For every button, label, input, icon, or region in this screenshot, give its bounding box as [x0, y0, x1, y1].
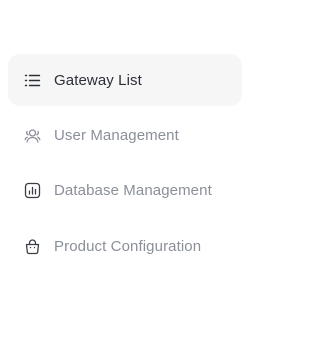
sidebar-item-label: Product Configuration [54, 237, 202, 255]
sidebar-item-label: Database Management [54, 181, 212, 199]
users-icon [24, 127, 41, 144]
database-chart-icon [24, 182, 41, 199]
sidebar-item-user-management[interactable]: User Management [8, 109, 242, 161]
sidebar-nav: Gateway List User Management Database Ma [0, 0, 252, 362]
sidebar-item-product-configuration[interactable]: Product Configuration [8, 220, 242, 272]
shopping-bag-icon [24, 238, 41, 255]
sidebar-item-gateway-list[interactable]: Gateway List [8, 54, 242, 106]
list-icon [24, 72, 41, 89]
sidebar-item-label: Gateway List [54, 71, 142, 89]
sidebar-item-label: User Management [54, 126, 179, 144]
sidebar-item-database-management[interactable]: Database Management [8, 164, 242, 216]
